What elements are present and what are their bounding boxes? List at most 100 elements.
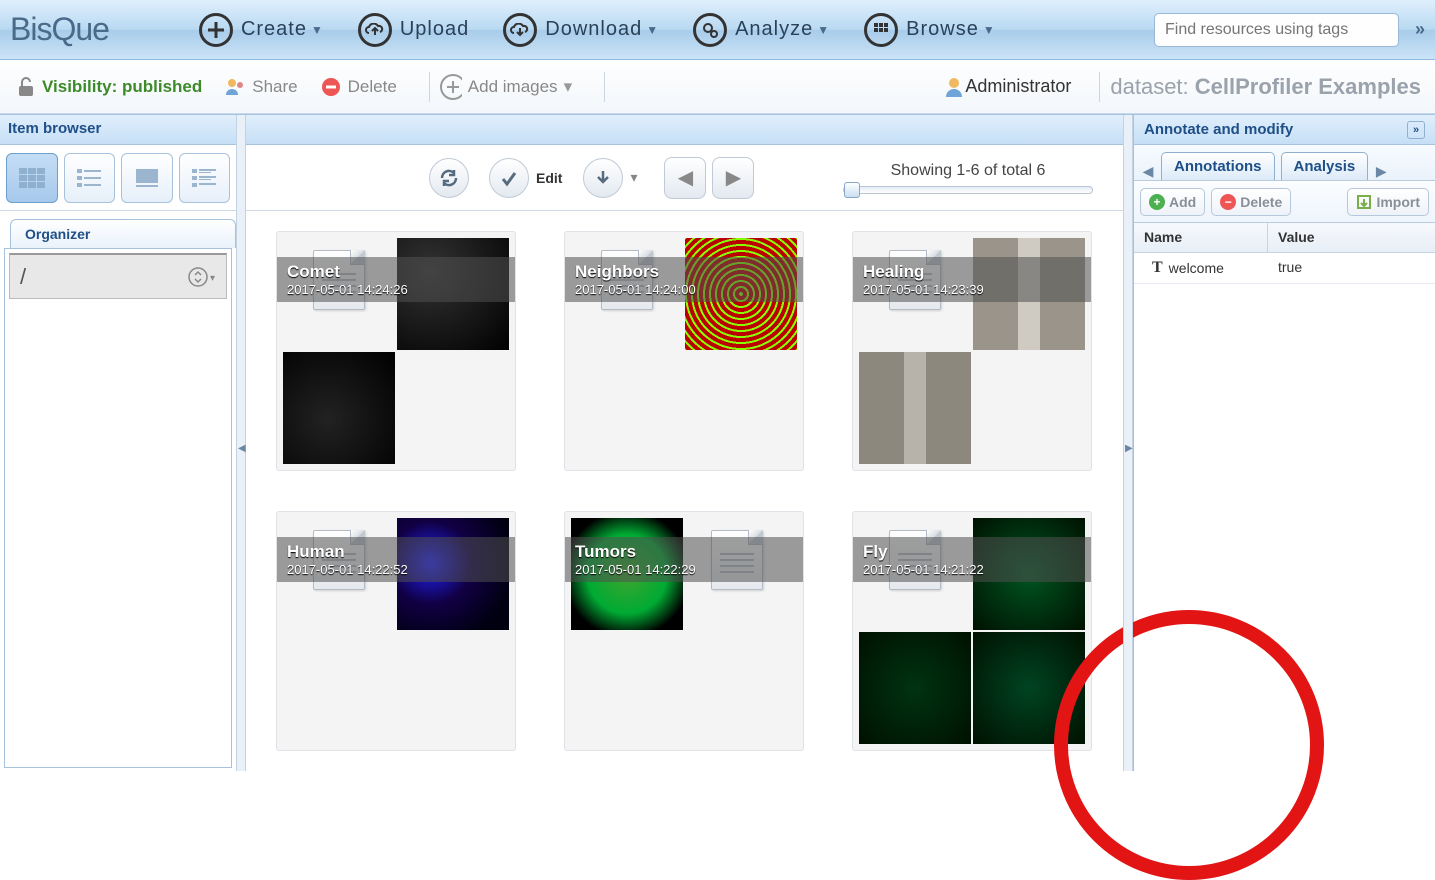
download-menu[interactable]: Download ▼ xyxy=(503,13,659,47)
item-name: Neighbors xyxy=(575,262,793,282)
organizer-path[interactable]: / ▾ xyxy=(9,253,227,299)
right-collapse-bar[interactable]: ▶ xyxy=(1123,115,1133,771)
slider-thumb[interactable] xyxy=(844,182,860,198)
caret-down-icon: ▼ xyxy=(311,23,324,37)
create-label: Create xyxy=(241,18,307,41)
search-input[interactable] xyxy=(1154,13,1399,47)
item-date: 2017-05-01 14:21:22 xyxy=(863,562,1081,577)
expand-right-icon[interactable]: » xyxy=(1407,121,1425,139)
right-column: Annotate and modify » ◀ Annotations Anal… xyxy=(1133,115,1435,771)
search-container xyxy=(1154,13,1399,47)
item-grid: Comet 2017-05-01 14:24:26 Neighbors 2017… xyxy=(246,211,1123,771)
item-comet[interactable]: Comet 2017-05-01 14:24:26 xyxy=(276,231,516,471)
item-date: 2017-05-01 14:22:29 xyxy=(575,562,793,577)
row-value: true xyxy=(1268,253,1435,283)
import-annotation-button[interactable]: Import xyxy=(1347,188,1429,216)
download-items-button[interactable] xyxy=(583,158,623,198)
toolbar-right: Administrator dataset: CellProfiler Exam… xyxy=(943,72,1421,102)
create-menu[interactable]: Create ▼ xyxy=(199,13,324,47)
item-name: Fly xyxy=(863,542,1081,562)
showing-text: Showing 1-6 of total 6 xyxy=(891,162,1046,180)
item-human[interactable]: Human 2017-05-01 14:22:52 xyxy=(276,511,516,751)
zoom-slider[interactable] xyxy=(843,186,1093,194)
plus-circle-icon xyxy=(440,76,462,98)
item-tumors[interactable]: Tumors 2017-05-01 14:22:29 xyxy=(564,511,804,751)
plus-icon: + xyxy=(1149,194,1165,210)
divider xyxy=(429,72,430,102)
left-collapse-bar[interactable]: ◀ xyxy=(236,115,246,771)
add-annotation-button[interactable]: + Add xyxy=(1140,188,1205,216)
analyze-label: Analyze xyxy=(735,18,813,41)
left-column: Item browser Organizer / ▾ xyxy=(0,115,236,771)
sort-icon[interactable]: ▾ xyxy=(188,267,216,287)
thumbnail xyxy=(283,352,395,464)
thumbnail xyxy=(859,632,971,744)
refresh-button[interactable] xyxy=(429,158,469,198)
plus-icon xyxy=(199,13,233,47)
view-list-button[interactable] xyxy=(64,153,116,203)
item-healing[interactable]: Healing 2017-05-01 14:23:39 xyxy=(852,231,1092,471)
item-name: Tumors xyxy=(575,542,793,562)
tabs-scroll-right-icon[interactable]: ▶ xyxy=(1371,163,1391,180)
add-images-button[interactable]: Add images ▾ xyxy=(440,76,572,98)
delete-button[interactable]: Delete xyxy=(320,76,397,98)
dataset-title: CellProfiler Examples xyxy=(1195,74,1421,99)
organizer-tab[interactable]: Organizer xyxy=(10,219,236,248)
item-date: 2017-05-01 14:24:00 xyxy=(575,282,793,297)
view-detail-button[interactable] xyxy=(179,153,231,203)
divider xyxy=(1099,72,1100,102)
dataset-toolbar: Visibility: published Share Delete Add i… xyxy=(0,60,1435,114)
app-logo: BisQue xyxy=(10,11,109,48)
user-icon xyxy=(943,76,965,98)
share-button[interactable]: Share xyxy=(224,76,297,98)
edit-toggle-button[interactable] xyxy=(489,158,529,198)
svg-text:▾: ▾ xyxy=(210,273,215,284)
annotation-row[interactable]: T welcome true xyxy=(1134,253,1435,284)
delete-icon xyxy=(320,76,342,98)
prev-page-button[interactable]: ◀ xyxy=(664,157,706,199)
logo-suffix: Que xyxy=(51,11,108,47)
tab-annotations[interactable]: Annotations xyxy=(1161,152,1275,180)
caret-down-icon: ▼ xyxy=(817,23,830,37)
item-name: Healing xyxy=(863,262,1081,282)
grid-icon xyxy=(864,13,898,47)
import-icon xyxy=(1356,194,1372,210)
item-label: Human 2017-05-01 14:22:52 xyxy=(277,537,515,582)
item-neighbors[interactable]: Neighbors 2017-05-01 14:24:00 xyxy=(564,231,804,471)
collapse-left-icon: ◀ xyxy=(238,443,246,454)
cloud-upload-icon xyxy=(358,13,392,47)
item-label: Healing 2017-05-01 14:23:39 xyxy=(853,257,1091,302)
import-label: Import xyxy=(1376,194,1420,210)
next-page-button[interactable]: ▶ xyxy=(712,157,754,199)
right-panel-header: Annotate and modify » xyxy=(1134,115,1435,145)
item-date: 2017-05-01 14:22:52 xyxy=(287,562,505,577)
item-fly[interactable]: Fly 2017-05-01 14:21:22 xyxy=(852,511,1092,751)
view-thumbnails-button[interactable] xyxy=(6,153,58,203)
current-user[interactable]: Administrator xyxy=(943,76,1071,98)
browse-menu[interactable]: Browse ▼ xyxy=(864,13,996,47)
delete-label: Delete xyxy=(348,77,397,97)
delete-ann-label: Delete xyxy=(1240,194,1282,210)
item-name: Comet xyxy=(287,262,505,282)
analyze-menu[interactable]: Analyze ▼ xyxy=(693,13,830,47)
share-label: Share xyxy=(252,77,297,97)
organizer-path-text: / xyxy=(20,264,26,290)
thumbnail xyxy=(859,352,971,464)
dataset-name: dataset: CellProfiler Examples xyxy=(1110,74,1421,100)
add-images-label: Add images xyxy=(468,77,558,97)
center-toolbar: Edit ▾ ◀ ▶ Showing 1-6 of total 6 xyxy=(246,145,1123,211)
delete-annotation-button[interactable]: − Delete xyxy=(1211,188,1291,216)
tab-analysis[interactable]: Analysis xyxy=(1281,152,1369,180)
view-card-button[interactable] xyxy=(121,153,173,203)
logo-prefix: Bis xyxy=(10,11,51,47)
upload-label: Upload xyxy=(400,18,469,41)
upload-menu[interactable]: Upload xyxy=(358,13,469,47)
unlock-icon xyxy=(14,76,36,98)
item-date: 2017-05-01 14:23:39 xyxy=(863,282,1081,297)
text-icon: T xyxy=(1152,259,1163,277)
organizer-panel: / ▾ xyxy=(4,248,232,768)
visibility-label: Visibility: published xyxy=(42,77,202,97)
visibility-button[interactable]: Visibility: published xyxy=(14,76,202,98)
tabs-scroll-left-icon[interactable]: ◀ xyxy=(1138,163,1158,180)
overflow-menu-icon[interactable]: » xyxy=(1415,19,1425,40)
